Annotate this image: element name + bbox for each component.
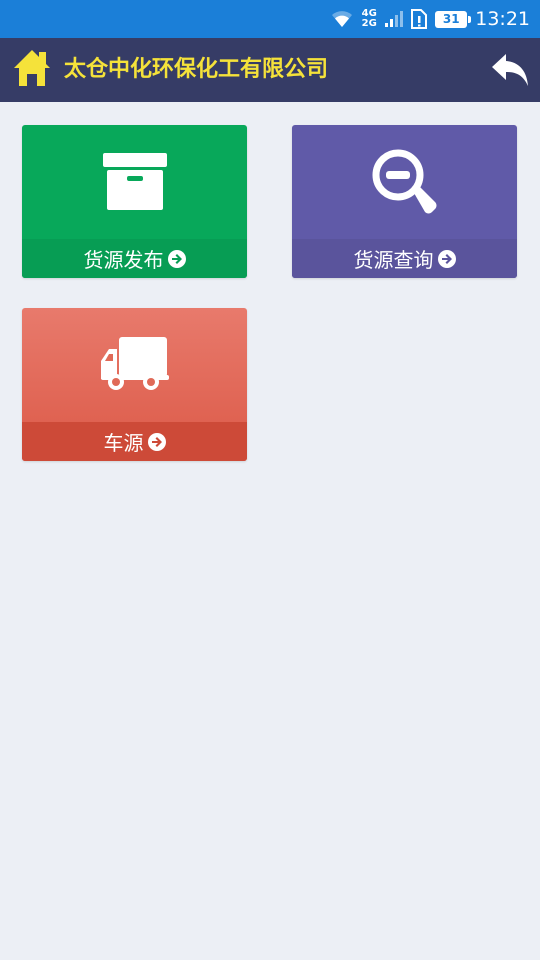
signal-icon (385, 11, 404, 27)
tile-vehicle-source[interactable]: 车源 (22, 308, 247, 461)
network-type-bottom: 2G (361, 18, 377, 29)
tile-label: 货源查询 (353, 248, 434, 272)
arrow-circle-right-icon (437, 249, 456, 268)
arrow-circle-right-icon (147, 432, 166, 451)
status-icons: 4G 2G 31 13:21 (331, 0, 530, 38)
reply-arrow-icon (492, 54, 528, 86)
tile-label: 车源 (103, 431, 144, 455)
wifi-icon (331, 10, 353, 28)
archive-box-icon (102, 153, 167, 210)
battery-indicator: 31 (435, 10, 472, 28)
network-type-indicator: 4G 2G (361, 9, 377, 29)
tile-search-cargo[interactable]: 货源查询 (292, 125, 517, 278)
arrow-circle-right-icon (167, 249, 186, 268)
tile-label: 货源发布 (83, 248, 164, 272)
status-bar: 4G 2G 31 13:21 (0, 0, 540, 38)
app-header: 太仓中化环保化工有限公司 (0, 38, 540, 102)
clock: 13:21 (475, 8, 530, 30)
home-button[interactable] (12, 46, 52, 90)
tile-publish-cargo[interactable]: 货源发布 (22, 125, 247, 278)
home-icon (14, 50, 50, 86)
search-minus-icon (372, 149, 436, 214)
sim-alert-icon (411, 9, 428, 29)
truck-icon (100, 337, 169, 390)
page-title: 太仓中化环保化工有限公司 (64, 57, 329, 82)
back-button[interactable] (490, 50, 530, 90)
